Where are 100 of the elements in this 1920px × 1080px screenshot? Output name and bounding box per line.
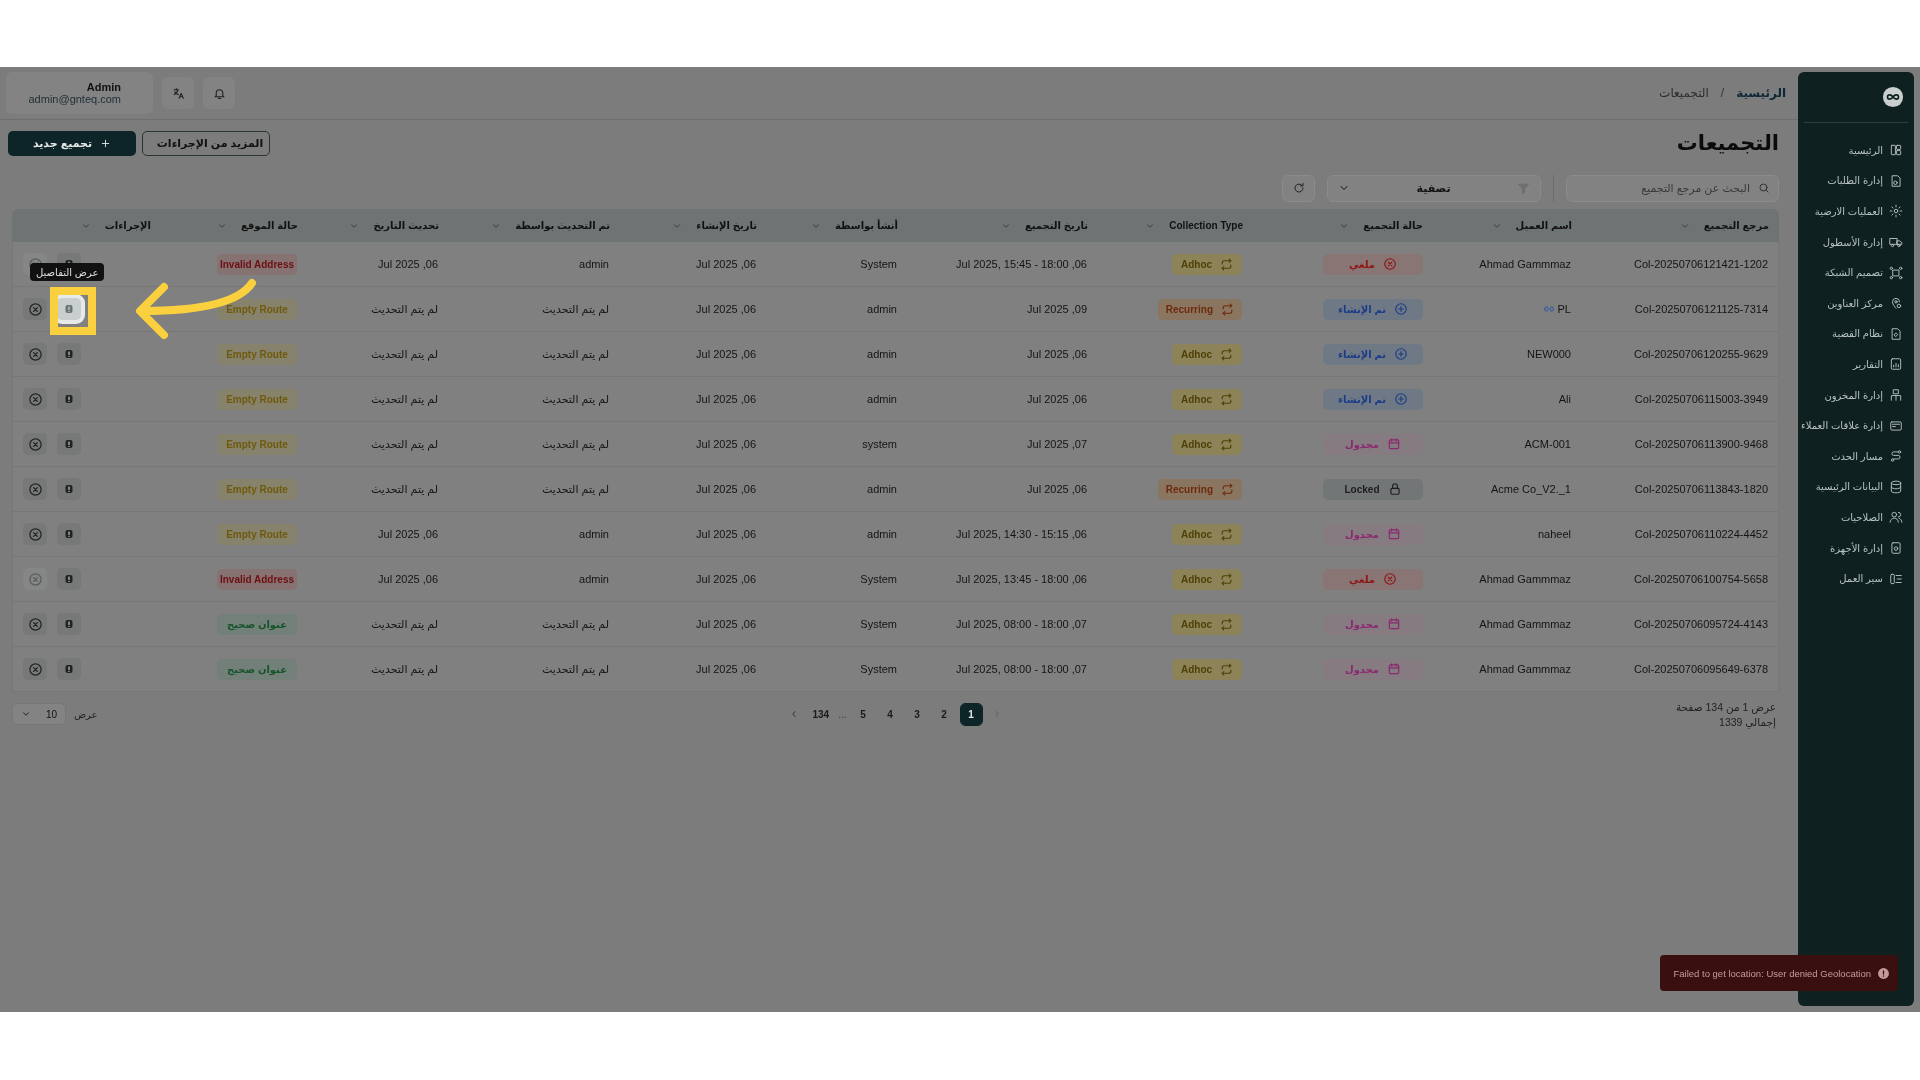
user-name: Admin [86, 81, 121, 93]
table-cell: admin [867, 528, 897, 540]
type-label: Adhoc [1180, 528, 1213, 540]
collection-ref: Col-20250706115003-3949 [1634, 393, 1768, 405]
table-cell: admin [579, 573, 609, 585]
table-cell: Jul 2025 ,06 [696, 393, 756, 405]
table-cell: Jul 2025 ,06 [378, 573, 438, 585]
table-cell: Jul 2025 ,06 [696, 438, 756, 450]
customer-name: PL [1557, 303, 1571, 315]
status-label: تم الإنشاء [1338, 348, 1387, 360]
table-cell: System [860, 663, 897, 675]
status-label: مجدول [1344, 528, 1380, 540]
table-cell: Jul 2025 ,06 [696, 303, 756, 315]
collection-ref: Col-20250706120255-9629 [1634, 348, 1768, 360]
table-cell: system [862, 438, 897, 450]
table-cell: لم يتم التحديث [371, 482, 438, 496]
tooltip: عرض التفاصيل [30, 263, 105, 281]
table-cell: Jul 2025 ,06 [1027, 483, 1087, 495]
page-size-label: عرض [74, 708, 98, 720]
status-label: مجدول [1344, 438, 1380, 450]
table-cell: Jul 2025, 08:00 - 18:00 ,07 [956, 618, 1087, 630]
breadcrumb-separator: / [1720, 86, 1725, 100]
table-cell: admin [579, 258, 609, 270]
location-badge: Empty Route [217, 388, 297, 410]
table-cell: Jul 2025 ,09 [1027, 303, 1087, 315]
table-cell: admin [867, 393, 897, 405]
type-label: Adhoc [1180, 573, 1213, 585]
table-cell: Jul 2025 ,06 [1027, 393, 1087, 405]
customer-name: Ahmad Gammmaz [1479, 573, 1571, 585]
customer-name: Ahmad Gammmaz [1479, 258, 1571, 270]
customer-name: Ali [1558, 393, 1571, 405]
status-label: مجدول [1344, 663, 1380, 675]
location-badge: Empty Route [217, 298, 297, 320]
table-cell: Jul 2025, 08:00 - 18:00 ,07 [956, 663, 1087, 675]
collection-ref: Col-20250706110224-4452 [1634, 528, 1768, 540]
status-label: تم الإنشاء [1338, 303, 1387, 315]
table-cell: admin [579, 528, 609, 540]
table-cell: لم يتم التحديث [542, 482, 609, 496]
location-badge: Empty Route [217, 433, 297, 455]
location-badge: Empty Route [217, 523, 297, 545]
page-summary: عرض 1 من 134 صفحة [1675, 700, 1776, 713]
collection-ref: Col-20250706121421-1202 [1634, 258, 1768, 270]
table-cell: لم يتم التحديث [542, 392, 609, 406]
table-cell: Jul 2025 ,07 [1027, 438, 1087, 450]
table-cell: لم يتم التحديث [371, 392, 438, 406]
table-cell: Jul 2025 ,06 [696, 618, 756, 630]
type-label: Adhoc [1180, 438, 1213, 450]
type-label: Adhoc [1180, 348, 1213, 360]
table-cell: Jul 2025 ,06 [1027, 348, 1087, 360]
customer-name: Ahmad Gammmaz [1479, 618, 1571, 630]
toast-message: Failed to get location: User denied Geolocation [1673, 967, 1871, 979]
page-title: التجميعات [1676, 131, 1779, 155]
status-label: تم الإنشاء [1338, 393, 1387, 405]
table-cell: لم يتم التحديث [542, 617, 609, 631]
type-label: Adhoc [1180, 258, 1213, 270]
location-badge: Empty Route [217, 478, 297, 500]
status-label: Locked [1344, 483, 1380, 495]
location-badge: عنوان صحيح [217, 613, 297, 635]
table-cell: لم يتم التحديث [542, 662, 609, 676]
location-badge: عنوان صحيح [217, 658, 297, 680]
customer-name: NEW000 [1526, 348, 1571, 360]
status-label: مجدول [1344, 618, 1380, 630]
table-cell: System [860, 573, 897, 585]
status-label: ملغي [1349, 573, 1376, 585]
table-cell: لم يتم التحديث [371, 617, 438, 631]
type-label: Adhoc [1180, 393, 1213, 405]
table-cell: Jul 2025 ,06 [378, 258, 438, 270]
location-badge: Empty Route [217, 343, 297, 365]
collection-ref: Col-20250706100754-5658 [1634, 573, 1768, 585]
table-cell: Jul 2025 ,06 [696, 348, 756, 360]
status-label: ملغي [1349, 258, 1376, 270]
table-cell: admin [867, 483, 897, 495]
table-cell: System [860, 258, 897, 270]
customer-name: Ahmad Gammmaz [1479, 663, 1571, 675]
customer-name: naheel [1537, 528, 1571, 540]
table-cell: Jul 2025, 15:45 - 18:00 ,06 [956, 258, 1087, 270]
table-cell: Jul 2025 ,06 [696, 483, 756, 495]
collection-ref: Col-20250706113900-9468 [1634, 438, 1768, 450]
user-email: admin@gnteq.com [28, 93, 121, 105]
table-cell: System [860, 618, 897, 630]
table-cell: Jul 2025, 13:45 - 18:00 ,06 [956, 573, 1087, 585]
customer-name: ACM-001 [1524, 438, 1571, 450]
collection-ref: Col-20250706095649-6378 [1634, 663, 1768, 675]
table-cell: Jul 2025 ,06 [378, 528, 438, 540]
table-cell: لم يتم التحديث [371, 347, 438, 361]
table-cell: Jul 2025 ,06 [696, 258, 756, 270]
table-cell: Jul 2025 ,06 [696, 573, 756, 585]
table-cell: Jul 2025 ,06 [696, 528, 756, 540]
table-cell: لم يتم التحديث [371, 662, 438, 676]
location-badge: Invalid Address [217, 253, 297, 275]
table-cell: Jul 2025 ,06 [696, 663, 756, 675]
type-label: Recurring [1165, 483, 1213, 495]
table-cell: لم يتم التحديث [542, 302, 609, 316]
table-cell: admin [867, 348, 897, 360]
total-count: إجمالي 1339 [1719, 715, 1776, 728]
collection-ref: Col-20250706095724-4143 [1634, 618, 1768, 630]
table-cell: admin [867, 303, 897, 315]
type-label: Adhoc [1180, 663, 1213, 675]
table-cell: لم يتم التحديث [542, 437, 609, 451]
type-label: Adhoc [1180, 618, 1213, 630]
